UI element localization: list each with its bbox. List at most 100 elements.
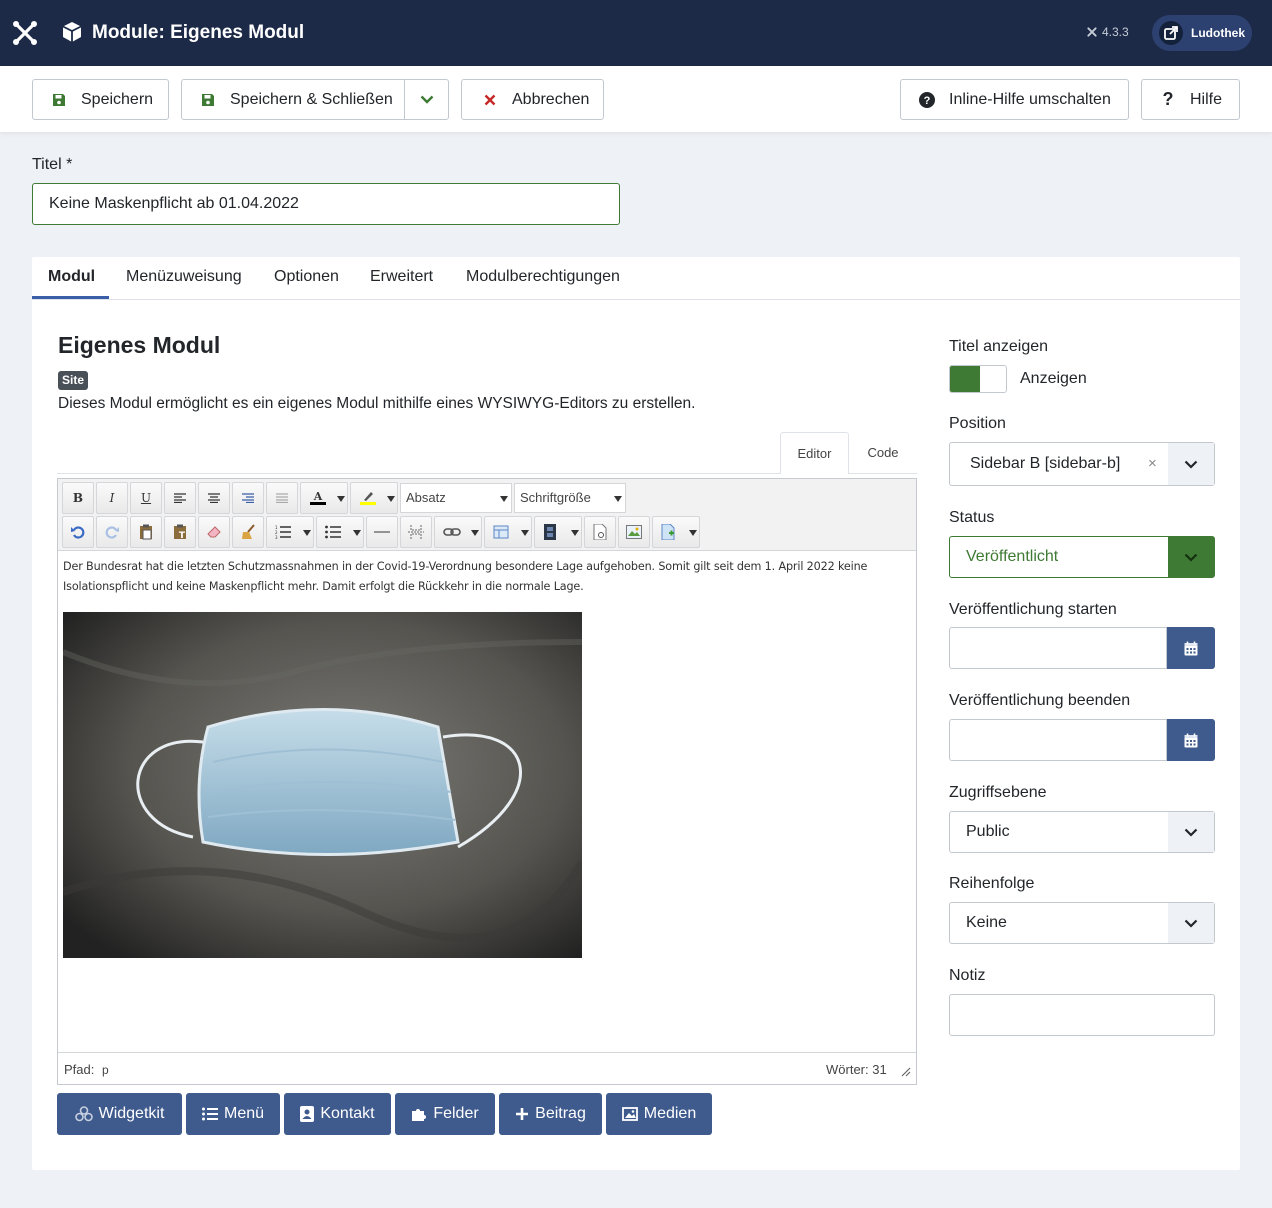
joomla-logo-icon[interactable]	[12, 20, 38, 46]
media-button[interactable]	[534, 516, 582, 548]
contact-button[interactable]: Kontakt	[284, 1093, 391, 1135]
editor-tab-code[interactable]: Code	[849, 432, 917, 474]
save-options-dropdown[interactable]	[405, 80, 448, 119]
svg-text:?: ?	[924, 95, 931, 107]
cube-icon	[62, 21, 82, 43]
editor-content-text[interactable]: Der Bundesrat hat die letzten Schutzmass…	[63, 557, 905, 597]
active-tab-indicator	[32, 296, 109, 299]
bold-button[interactable]: B	[62, 482, 94, 514]
position-dropdown-toggle[interactable]	[1168, 443, 1214, 485]
horizontal-rule-button[interactable]	[366, 516, 398, 548]
table-caret-icon	[521, 530, 529, 536]
title-field-label: Titel *	[32, 156, 73, 173]
article-button[interactable]: Beitrag	[499, 1093, 602, 1135]
link-caret-icon	[471, 530, 479, 536]
highlight-color-button[interactable]	[350, 482, 398, 514]
cleanup-button[interactable]	[232, 516, 264, 548]
insert-image-button[interactable]	[618, 516, 650, 548]
underline-button[interactable]: U	[130, 482, 162, 514]
address-book-icon	[300, 1106, 315, 1122]
help-button[interactable]: ? Hilfe	[1141, 79, 1240, 120]
publish-down-calendar-button[interactable]	[1167, 719, 1215, 761]
fontsize-select[interactable]: Schriftgröße	[514, 483, 626, 513]
user-menu-button[interactable]: Ludothek	[1152, 15, 1252, 51]
align-justify-button[interactable]	[266, 482, 298, 514]
contact-label: Kontakt	[320, 1105, 375, 1122]
text-color-button[interactable]: A	[300, 482, 348, 514]
bullet-list-button[interactable]	[316, 516, 364, 548]
page-break-button[interactable]	[400, 516, 432, 548]
table-button[interactable]	[484, 516, 532, 548]
image-icon	[621, 1107, 638, 1121]
ordering-value: Keine	[966, 914, 1007, 931]
publish-up-input[interactable]	[949, 627, 1167, 669]
align-left-button[interactable]	[164, 482, 196, 514]
paste-text-button[interactable]: T	[164, 516, 196, 548]
access-select[interactable]: Public	[949, 811, 1215, 853]
editor-tab-editor[interactable]: Editor	[780, 432, 849, 474]
link-button[interactable]	[434, 516, 482, 548]
redo-button[interactable]	[96, 516, 128, 548]
cancel-button[interactable]: Abbrechen	[461, 79, 604, 120]
page-title: Module: Eigenes Modul	[92, 22, 305, 43]
chevron-down-icon	[1184, 828, 1198, 837]
editor-path-value[interactable]: p	[102, 1063, 109, 1077]
numbered-list-button[interactable]: 123	[266, 516, 314, 548]
app-header: Module: Eigenes Modul 4.3.3 Ludothek	[0, 0, 1272, 66]
align-center-button[interactable]	[198, 482, 230, 514]
status-select[interactable]: Veröffentlicht	[949, 536, 1215, 578]
document-preview-icon	[593, 524, 607, 540]
widgetkit-button[interactable]: Widgetkit	[57, 1093, 182, 1135]
note-input[interactable]	[949, 994, 1215, 1036]
remove-format-button[interactable]	[198, 516, 230, 548]
tab-modulberechtigungen[interactable]: Modulberechtigungen	[466, 268, 620, 290]
preview-button[interactable]	[584, 516, 616, 548]
publish-down-label: Veröffentlichung beenden	[949, 692, 1131, 709]
switch-on-indicator	[950, 366, 980, 392]
align-right-button[interactable]	[232, 482, 264, 514]
position-clear-icon[interactable]: ×	[1148, 443, 1157, 485]
insert-file-button[interactable]	[652, 516, 700, 548]
position-select[interactable]: Sidebar B [sidebar-b] ×	[949, 442, 1215, 486]
status-label: Status	[949, 509, 995, 526]
access-dropdown-toggle[interactable]	[1168, 812, 1214, 852]
tab-menuzuweisung[interactable]: Menüzuweisung	[126, 268, 242, 290]
fields-button[interactable]: Felder	[395, 1093, 495, 1135]
widgetkit-label: Widgetkit	[98, 1105, 165, 1122]
format-select[interactable]: Absatz	[400, 483, 512, 513]
show-title-value: Anzeigen	[1020, 370, 1087, 387]
media-insert-button[interactable]: Medien	[606, 1093, 712, 1135]
inline-help-toggle-button[interactable]: ? Inline-Hilfe umschalten	[900, 79, 1129, 120]
editor-path: Pfad: p	[64, 1062, 109, 1077]
highlighter-icon	[360, 492, 376, 505]
paste-button[interactable]	[130, 516, 162, 548]
status-dropdown-toggle[interactable]	[1168, 537, 1214, 577]
format-caret-icon	[500, 496, 508, 502]
tab-modul[interactable]: Modul	[48, 268, 95, 290]
question-circle-icon: ?	[919, 91, 935, 108]
menu-button[interactable]: Menü	[186, 1093, 280, 1135]
save-button[interactable]: Speichern	[32, 79, 169, 120]
editor-word-count: Wörter: 31	[826, 1062, 887, 1077]
tab-erweitert[interactable]: Erweitert	[370, 268, 433, 290]
resize-handle-icon[interactable]	[900, 1066, 911, 1077]
film-icon	[544, 524, 556, 540]
close-icon	[482, 92, 498, 108]
widgetkit-icon	[74, 1106, 93, 1122]
ordering-select[interactable]: Keine	[949, 902, 1215, 944]
link-icon	[443, 528, 461, 536]
italic-button[interactable]: I	[96, 482, 128, 514]
external-link-icon	[1159, 21, 1183, 45]
publish-down-input[interactable]	[949, 719, 1167, 761]
save-close-button[interactable]: Speichern & Schließen	[200, 80, 406, 119]
numbered-list-icon: 123	[275, 525, 291, 539]
ordering-dropdown-toggle[interactable]	[1168, 903, 1214, 943]
note-label: Notiz	[949, 967, 986, 984]
highlight-caret-icon	[387, 496, 395, 502]
title-input[interactable]: Keine Maskenpflicht ab 01.04.2022	[32, 183, 620, 225]
publish-up-calendar-button[interactable]	[1167, 627, 1215, 669]
svg-text:3: 3	[275, 535, 278, 539]
undo-button[interactable]	[62, 516, 94, 548]
show-title-switch[interactable]	[949, 365, 1007, 393]
tab-optionen[interactable]: Optionen	[274, 268, 339, 290]
